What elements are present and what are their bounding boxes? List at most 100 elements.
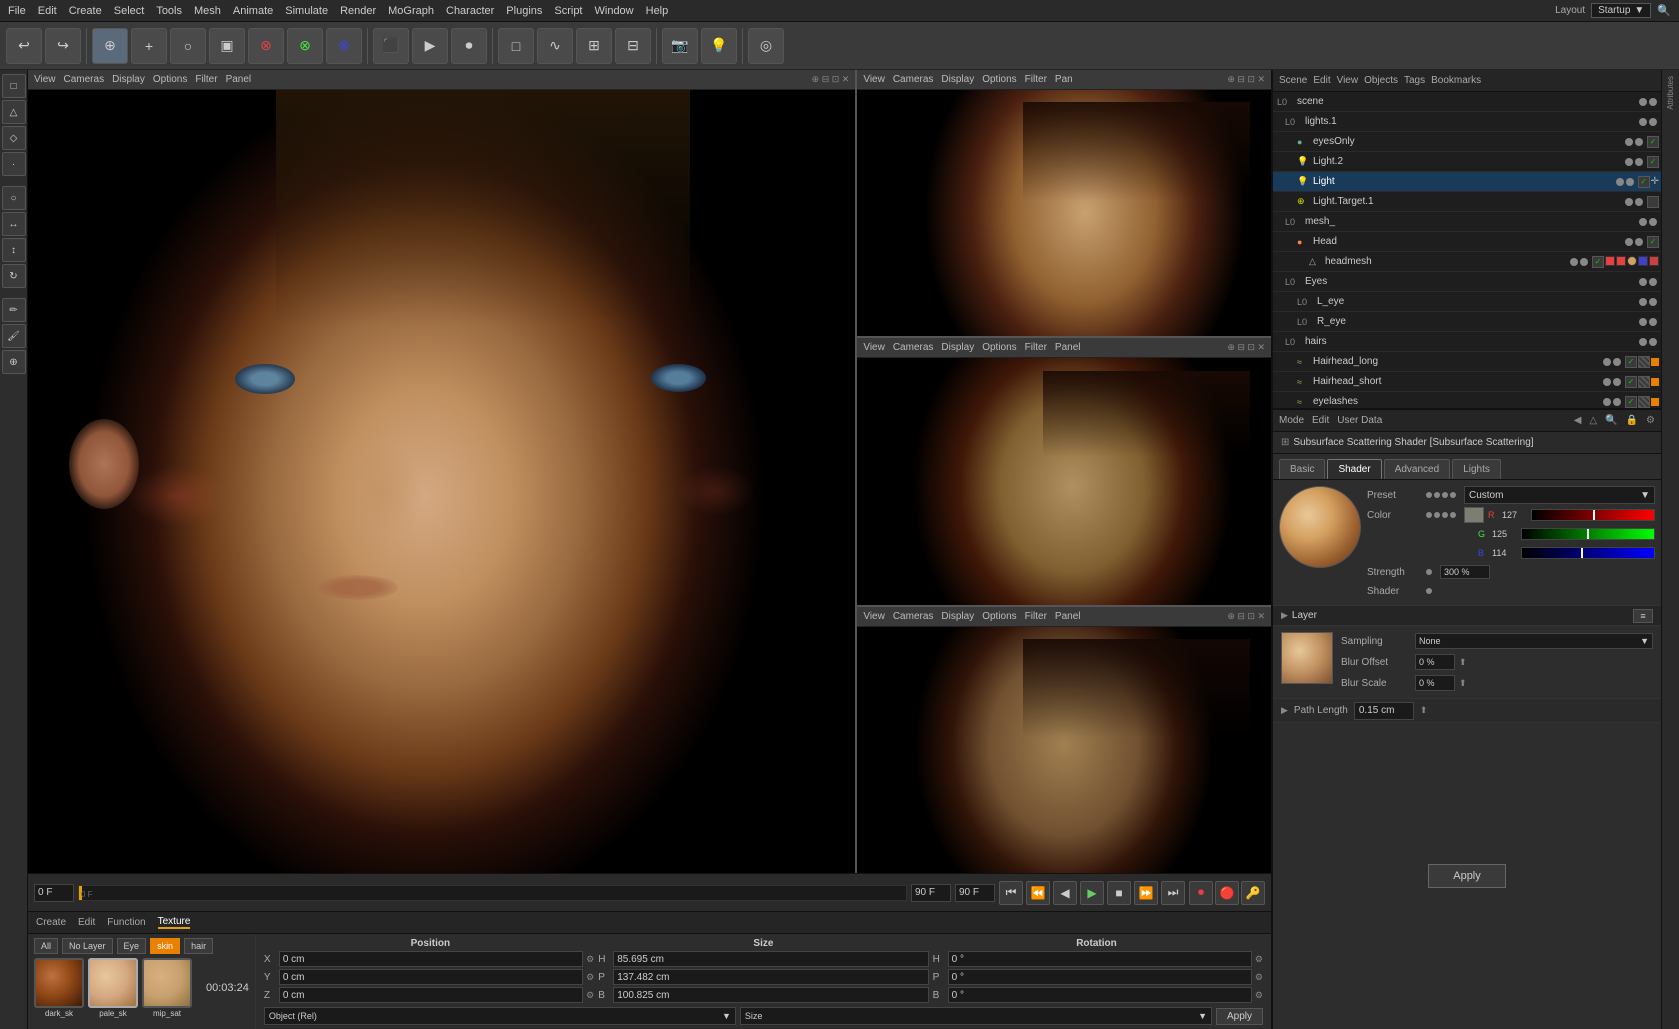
auto-key-btn[interactable]: 🔴 (1215, 881, 1239, 905)
edit-menu[interactable]: Edit (1312, 415, 1329, 426)
swatch-mip-sat[interactable]: mip_sat (142, 958, 192, 1018)
vp-tr-view[interactable]: View (863, 74, 885, 85)
preset-dropdown[interactable]: Custom▼ (1464, 486, 1655, 504)
vp-tr-filter[interactable]: Filter (1025, 74, 1047, 85)
filter-all[interactable]: All (34, 938, 58, 954)
vp-br-panel[interactable]: Panel (1055, 611, 1081, 622)
obj-hairshort[interactable]: ≈ Hairhead_short ✓ (1273, 372, 1661, 392)
b-slider-container[interactable] (1521, 547, 1655, 559)
magnet-btn[interactable]: ⊕ (2, 350, 26, 374)
vp-br-view[interactable]: View (863, 611, 885, 622)
obj-leye[interactable]: L0 L_eye (1273, 292, 1661, 312)
userdata-menu[interactable]: User Data (1337, 415, 1382, 426)
redo-btn[interactable]: ↪ (45, 28, 81, 64)
vp-main-view[interactable]: View (34, 74, 56, 85)
move-btn[interactable]: ↔ (2, 212, 26, 236)
obj-reye[interactable]: L0 R_eye (1273, 312, 1661, 332)
rot-p-input[interactable]: 0 ° (948, 969, 1252, 985)
menu-simulate[interactable]: Simulate (285, 5, 328, 17)
attributes-label[interactable]: Attributes (1664, 72, 1677, 114)
menu-mesh[interactable]: Mesh (194, 5, 221, 17)
vp-tr-pan[interactable]: Pan (1055, 74, 1073, 85)
next-frame-btn[interactable]: ⏩ (1134, 881, 1158, 905)
key-all-btn[interactable]: 🔑 (1241, 881, 1265, 905)
rotate-tool-btn[interactable]: ○ (170, 28, 206, 64)
undo-btn[interactable]: ↩ (6, 28, 42, 64)
expand-btn[interactable]: △ (1589, 415, 1597, 426)
rot-b-input[interactable]: 0 ° (948, 987, 1252, 1003)
viewport-br-render[interactable] (857, 627, 1271, 873)
menu-help[interactable]: Help (646, 5, 669, 17)
apply-shader-btn[interactable]: Apply (1428, 864, 1506, 888)
cube-btn[interactable]: □ (498, 28, 534, 64)
render-region-btn[interactable]: ⬛ (373, 28, 409, 64)
pos-x-input[interactable]: 0 cm (279, 951, 583, 967)
menu-select[interactable]: Select (114, 5, 145, 17)
obj-light2[interactable]: 💡 Light.2 ✓ (1273, 152, 1661, 172)
path-length-stepper[interactable]: ⬆ (1420, 705, 1428, 716)
color-swatch[interactable] (1464, 507, 1484, 523)
vp-main-panel[interactable]: Panel (226, 74, 252, 85)
layer-expand-icon[interactable]: ▶ (1281, 610, 1288, 621)
menu-animate[interactable]: Animate (233, 5, 273, 17)
obj-eyes[interactable]: L0 Eyes (1273, 272, 1661, 292)
vp-mr-filter[interactable]: Filter (1025, 342, 1047, 353)
size-h-input[interactable]: 85.695 cm (613, 951, 928, 967)
lock-shader-icon[interactable]: 🔒 (1626, 415, 1638, 426)
apply-coords-btn[interactable]: Apply (1216, 1008, 1263, 1025)
vp-main-filter[interactable]: Filter (195, 74, 217, 85)
vp-main-options[interactable]: Options (153, 74, 187, 85)
play-forward-btn[interactable]: ▶ (412, 28, 448, 64)
om-edit-tab[interactable]: Edit (1313, 75, 1330, 86)
end-frame-input[interactable] (955, 884, 995, 902)
shader-tab-basic[interactable]: Basic (1279, 459, 1325, 479)
start-frame-input[interactable] (34, 884, 74, 902)
vp-main-display[interactable]: Display (112, 74, 145, 85)
g-slider-container[interactable] (1521, 528, 1655, 540)
mode-menu[interactable]: Mode (1279, 415, 1304, 426)
path-length-input[interactable]: 0.15 cm (1354, 702, 1414, 720)
prev-frame-btn[interactable]: ⏪ (1026, 881, 1050, 905)
vp-tr-cameras[interactable]: Cameras (893, 74, 934, 85)
menu-render[interactable]: Render (340, 5, 376, 17)
scale-btn[interactable]: ↕ (2, 238, 26, 262)
menu-window[interactable]: Window (595, 5, 634, 17)
stop-btn[interactable]: ■ (1107, 881, 1131, 905)
point-mode-btn[interactable]: · (2, 152, 26, 176)
vp-tr-display[interactable]: Display (941, 74, 974, 85)
menu-character[interactable]: Character (446, 5, 494, 17)
menu-edit[interactable]: Edit (38, 5, 57, 17)
vp-br-filter[interactable]: Filter (1025, 611, 1047, 622)
create-tab[interactable]: Create (36, 917, 66, 928)
camera-btn[interactable]: 📷 (662, 28, 698, 64)
settings-shader-icon[interactable]: ⚙ (1646, 415, 1655, 426)
collapse-btn[interactable]: ◀ (1574, 415, 1582, 426)
filter-skin[interactable]: skin (150, 938, 180, 954)
vp-mr-options[interactable]: Options (982, 342, 1016, 353)
blur-scale-input[interactable]: 0 % (1415, 675, 1455, 691)
expand-path-icon[interactable]: ▶ (1281, 705, 1288, 716)
vp-mr-cameras[interactable]: Cameras (893, 342, 934, 353)
blur-offset-input[interactable]: 0 % (1415, 654, 1455, 670)
vp-br-options[interactable]: Options (982, 611, 1016, 622)
swatch-dark-sk[interactable]: dark_sk (34, 958, 84, 1018)
obj-hairs[interactable]: L0 hairs (1273, 332, 1661, 352)
pos-z-input[interactable]: 0 cm (279, 987, 583, 1003)
shader-tab-advanced[interactable]: Advanced (1384, 459, 1450, 479)
x-axis-btn[interactable]: ⊗ (248, 28, 284, 64)
move-tool-btn[interactable]: ⊕ (92, 28, 128, 64)
goto-start-btn[interactable]: ⏮ (999, 881, 1023, 905)
vp-mr-view[interactable]: View (863, 342, 885, 353)
edit-tab[interactable]: Edit (78, 917, 95, 928)
shader-preview-ball[interactable] (1279, 486, 1361, 568)
menu-create[interactable]: Create (69, 5, 102, 17)
poly-mode-btn[interactable]: ◇ (2, 126, 26, 150)
y-axis-btn[interactable]: ⊗ (287, 28, 323, 64)
vp-br-cameras[interactable]: Cameras (893, 611, 934, 622)
r-slider-container[interactable] (1531, 509, 1655, 521)
live-select-btn[interactable]: ○ (2, 186, 26, 210)
coord-mode-dropdown[interactable]: Size▼ (740, 1007, 1212, 1025)
strength-value[interactable]: 300 % (1440, 565, 1490, 579)
om-scene-tab[interactable]: Scene (1279, 75, 1307, 86)
om-objects-tab[interactable]: Objects (1364, 75, 1398, 86)
